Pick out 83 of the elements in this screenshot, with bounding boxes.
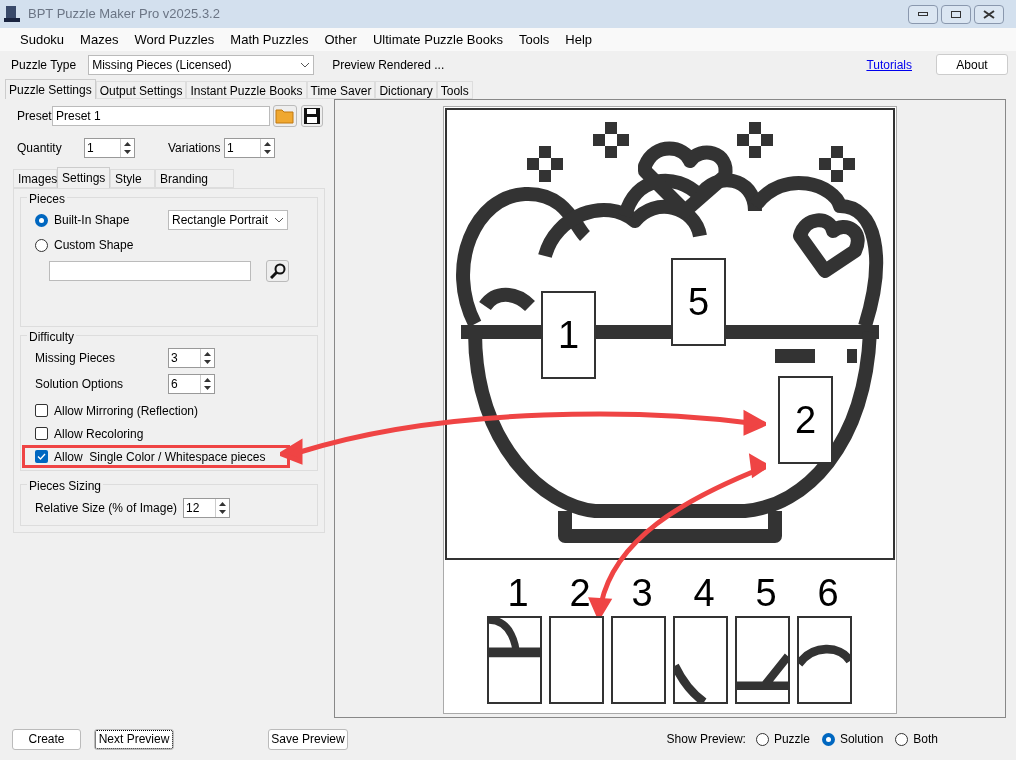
spin-arrows-icon (204, 351, 211, 365)
tutorials-link[interactable]: Tutorials (866, 55, 912, 74)
custom-shape-field[interactable] (49, 261, 251, 281)
option-number: 3 (630, 571, 654, 616)
checkbox-label: Allow Single Color / Whitespace pieces (54, 448, 266, 466)
close-button[interactable] (974, 4, 1004, 24)
piece-tag: 2 (778, 376, 833, 464)
checkbox[interactable] (35, 450, 48, 463)
button[interactable]: Next Preview (94, 728, 174, 750)
shape-dropdown[interactable]: Rectangle Portrait (168, 210, 288, 230)
menu-item[interactable]: Word Puzzles (126, 29, 223, 50)
radio-button[interactable] (821, 732, 835, 746)
menu-item[interactable]: Other (316, 29, 365, 50)
radio-label: Custom Shape (54, 237, 134, 254)
puzzle-type-label: Puzzle Type (11, 56, 77, 74)
spin-arrows-icon (264, 141, 271, 155)
variations-label: Variations (168, 140, 222, 157)
tab[interactable]: Settings (57, 167, 110, 188)
preset-field[interactable]: Preset 1 (52, 106, 270, 126)
tab[interactable]: Branding (155, 169, 234, 188)
tab[interactable]: Instant Puzzle Books (186, 81, 307, 99)
tab[interactable]: Style (110, 169, 155, 188)
spinner-label: Solution Options (35, 376, 125, 393)
checkbox[interactable] (35, 404, 48, 417)
radio-label: Built-In Shape (54, 212, 130, 229)
option-number: 1 (506, 571, 530, 616)
app-logo-icon (4, 5, 20, 23)
menu-item[interactable]: Sudoku (12, 29, 73, 50)
spin-arrows-icon (204, 377, 211, 391)
show-preview-label: Show Preview: (666, 731, 746, 748)
spin-arrows-icon (124, 141, 131, 155)
button[interactable]: Create (12, 728, 81, 750)
window-title: BPT Puzzle Maker Pro v2025.3.2 (28, 5, 220, 24)
tab[interactable]: Puzzle Settings (5, 79, 96, 99)
tab[interactable]: Output Settings (95, 81, 187, 99)
piece-tag: 5 (671, 258, 726, 346)
tab[interactable]: Dictionary (375, 81, 437, 99)
spinner-label: Missing Pieces (35, 350, 117, 367)
variations-spinner[interactable]: 1 (224, 138, 275, 158)
option-number: 5 (754, 571, 778, 616)
radio-button[interactable] (35, 238, 48, 252)
maximize-button[interactable] (941, 4, 971, 24)
spin-arrows-icon (219, 501, 227, 515)
folder-icon (275, 108, 295, 124)
radio-button[interactable] (35, 213, 48, 227)
checkbox-label: Allow Recoloring (54, 425, 144, 443)
piece-tag: 1 (541, 291, 596, 379)
checkbox[interactable] (35, 427, 48, 440)
quantity-label: Quantity (17, 140, 63, 157)
option-number: 4 (692, 571, 716, 616)
relative-size-label: Relative Size (% of Image) (35, 500, 178, 517)
menu-item[interactable]: Math Puzzles (222, 29, 317, 50)
chevron-icon (300, 61, 311, 68)
search-icon (269, 263, 286, 279)
close-icon (983, 9, 995, 19)
minimize-button[interactable] (908, 4, 938, 24)
number-spinner[interactable]: 6 (168, 374, 215, 394)
chevron-icon (274, 217, 284, 223)
menu-item[interactable]: Help (557, 29, 601, 50)
option-number: 2 (568, 571, 592, 616)
menu-item[interactable]: Tools (511, 29, 558, 50)
tab[interactable]: Time Saver (306, 81, 376, 99)
radio-label: Solution (839, 731, 884, 748)
tab[interactable]: Images (13, 169, 57, 188)
menu-item[interactable]: Mazes (72, 29, 127, 50)
about-button[interactable]: About (936, 54, 1008, 75)
tab[interactable]: Tools (436, 81, 473, 99)
quantity-spinner[interactable]: 1 (84, 138, 135, 158)
save-button[interactable] (301, 105, 323, 127)
option-number: 6 (816, 571, 840, 616)
puzzle-type-dropdown[interactable]: Missing Pieces (Licensed) (88, 54, 315, 75)
radio-label: Puzzle (773, 731, 810, 748)
number-spinner[interactable]: 3 (168, 348, 215, 368)
relative-size-spinner[interactable]: 12 (183, 498, 231, 518)
radio-button[interactable] (895, 732, 909, 746)
radio-label: Both (913, 731, 938, 748)
radio-button[interactable] (755, 732, 769, 746)
browse-button[interactable] (266, 260, 289, 282)
preset-label: Preset (17, 108, 52, 125)
button[interactable]: Save Preview (268, 728, 348, 750)
status-text: Preview Rendered ... (332, 56, 445, 74)
checkbox-label: Allow Mirroring (Reflection) (54, 402, 199, 420)
menu-item[interactable]: Ultimate Puzzle Books (364, 29, 511, 50)
